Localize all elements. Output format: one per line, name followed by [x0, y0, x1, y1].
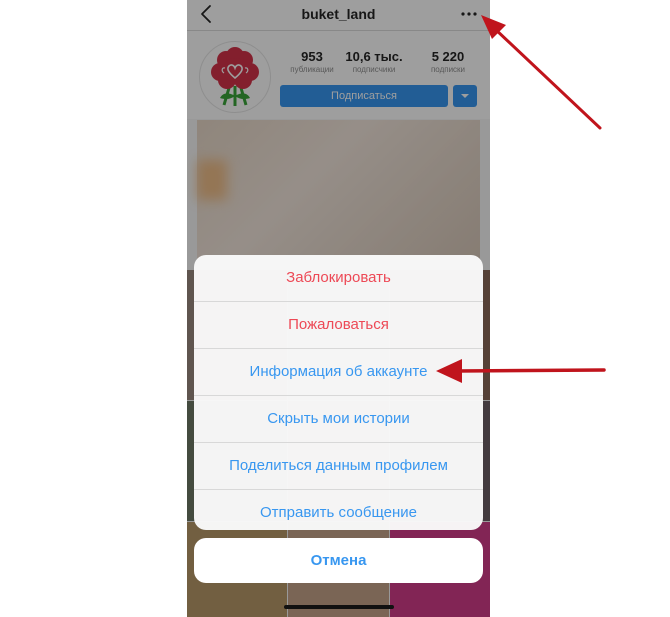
- share-profile-action[interactable]: Поделиться данным профилем: [194, 443, 483, 490]
- cancel-button[interactable]: Отмена: [194, 538, 483, 583]
- arrow-to-more-icon: [492, 26, 602, 130]
- block-action[interactable]: Заблокировать: [194, 255, 483, 302]
- account-info-action[interactable]: Информация об аккаунте: [194, 349, 483, 396]
- report-action[interactable]: Пожаловаться: [194, 302, 483, 349]
- home-indicator: [284, 605, 394, 609]
- hide-stories-action[interactable]: Скрыть мои истории: [194, 396, 483, 443]
- action-sheet: Заблокировать Пожаловаться Информация об…: [194, 255, 483, 530]
- send-message-action[interactable]: Отправить сообщение: [194, 490, 483, 530]
